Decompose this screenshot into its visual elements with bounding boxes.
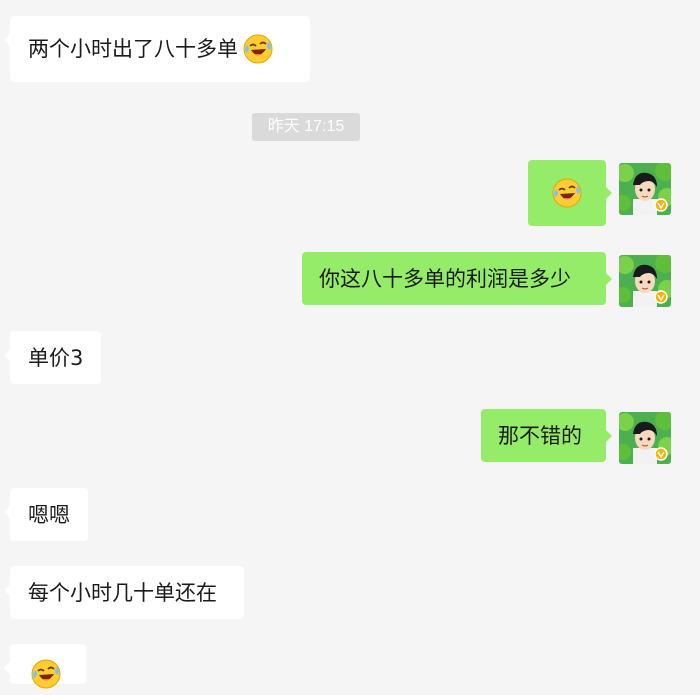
message-text: 你这八十多单的利润是多少 (319, 266, 571, 291)
message-bubble-incoming[interactable]: 单价3 (4, 331, 101, 384)
message-bubble-outgoing[interactable] (528, 160, 612, 226)
rolling-laughing-emoji-icon (551, 177, 583, 209)
message-text: 那不错的 (498, 423, 582, 448)
message-text: 嗯嗯 (28, 502, 70, 527)
message-bubble-outgoing[interactable]: 那不错的 (481, 409, 612, 462)
message-bubble-incoming[interactable]: 嗯嗯 (4, 488, 88, 541)
rolling-laughing-emoji-icon (30, 658, 62, 690)
my-avatar[interactable] (619, 255, 671, 307)
message-bubble-incoming[interactable]: 两个小时出了八十多单 (4, 16, 310, 82)
message-bubble-outgoing[interactable]: 你这八十多单的利润是多少 (302, 252, 612, 305)
my-avatar[interactable] (619, 163, 671, 215)
chat-timestamp: 昨天 17:15 (252, 113, 360, 141)
message-text: 每个小时几十单还在 (28, 580, 217, 605)
message-text: 单价3 (28, 345, 84, 370)
rolling-laughing-emoji-icon (242, 33, 274, 65)
my-avatar[interactable] (619, 412, 671, 464)
message-bubble-incoming[interactable] (4, 644, 86, 689)
message-bubble-incoming[interactable]: 每个小时几十单还在 (4, 566, 244, 619)
message-text: 两个小时出了八十多单 (28, 37, 238, 61)
